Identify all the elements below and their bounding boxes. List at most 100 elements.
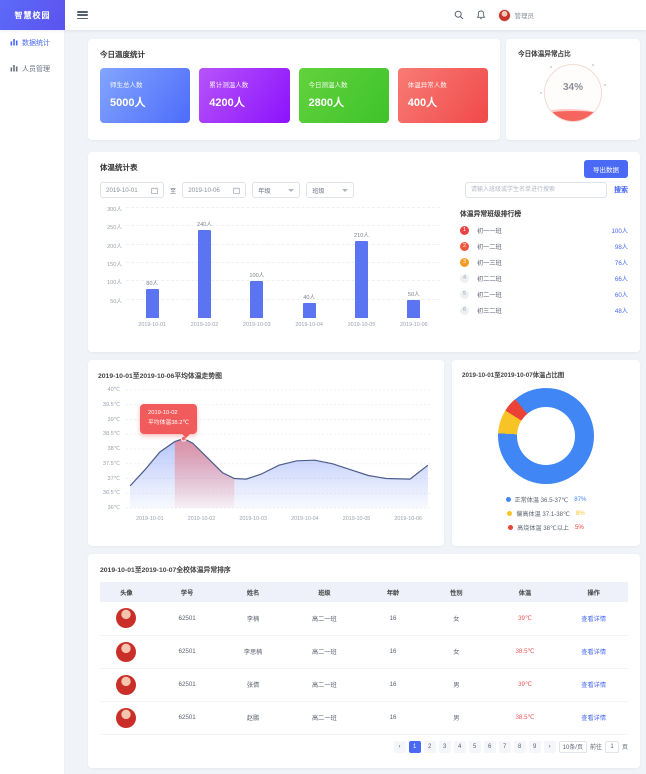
bar-column: 80人 <box>126 279 178 318</box>
today-stats-card: 今日温度统计 师生总人数 5000人 累计测温人数 4200人 今日测温人数 2… <box>88 39 500 140</box>
chevron-down-icon <box>342 189 348 195</box>
export-data-button[interactable]: 导出数据 <box>584 160 628 178</box>
table-header-cell: 姓名 <box>221 582 284 602</box>
legend-dot <box>508 525 513 530</box>
rank-badge: 6 <box>460 306 469 315</box>
class-select[interactable]: 班级 <box>306 182 354 198</box>
search-input[interactable] <box>465 182 607 198</box>
stat-card: 体温异常人数 400人 <box>398 68 488 123</box>
line-chart-x-axis: 2019-10-012019-10-022019-10-032019-10-04… <box>124 512 434 522</box>
student-avatar <box>116 608 136 628</box>
line-ytick-label: 37.5℃ <box>103 461 120 467</box>
page-number-button[interactable]: 8 <box>514 741 526 753</box>
cell-gender: 男 <box>422 701 491 734</box>
table-header-cell: 年龄 <box>364 582 422 602</box>
sidebar-item-icon <box>10 64 18 74</box>
view-details-link[interactable]: 查看详情 <box>559 668 628 701</box>
legend-item[interactable]: 偏高体温 37.1-38℃ 8% <box>462 506 630 520</box>
bar[interactable] <box>250 281 263 318</box>
page-number-button[interactable]: 7 <box>499 741 511 753</box>
bar-column: 210人 <box>335 231 387 318</box>
jump-page-input[interactable]: 1 <box>605 741 619 753</box>
table-row[interactable]: 62501 赵鹏 高二一班 16 男 38.5℃ 查看详情 <box>100 701 628 734</box>
sidebar-item[interactable]: 人员管理 <box>0 56 64 82</box>
sidebar-item[interactable]: 数据统计 <box>0 30 64 56</box>
date-end-input[interactable]: 2019-10-06 <box>182 182 246 198</box>
date-start-input[interactable]: 2019-10-01 <box>100 182 164 198</box>
bar-xtick-label: 2019-10-05 <box>335 318 387 328</box>
bar-value-label: 80人 <box>146 279 158 287</box>
line-chart-title: 2019-10-01至2019-10-06平均体温走势图 <box>98 370 434 380</box>
jump-prefix: 前往 <box>590 742 602 751</box>
page-number-button[interactable]: 6 <box>484 741 496 753</box>
donut-legend: 正常体温 36.5-37℃ 87% 偏高体温 37.1-38℃ 8% 高烧体温 … <box>462 492 630 534</box>
ranking-list-item[interactable]: 2 初一二班 98人 <box>460 238 628 254</box>
calendar-icon <box>233 187 240 194</box>
line-ytick-label: 40℃ <box>107 387 120 393</box>
page-number-button[interactable]: 9 <box>529 741 541 753</box>
line-xtick-label: 2019-10-05 <box>331 512 383 522</box>
bar[interactable] <box>355 241 368 318</box>
stats-table-title: 体温统计表 <box>100 162 628 173</box>
user-menu[interactable]: 管理员 <box>498 9 535 22</box>
table-header-cell: 学号 <box>153 582 222 602</box>
bar-ytick-label: 50人 <box>110 297 122 305</box>
cell-gender: 男 <box>422 668 491 701</box>
gridline <box>126 262 440 263</box>
line-chart: 40℃39.5℃39℃38.5℃38℃37.5℃37℃36.5℃36℃ 2019… <box>98 386 434 512</box>
ranking-list-item[interactable]: 5 初二一班 60人 <box>460 286 628 302</box>
rank-value: 48人 <box>615 306 628 315</box>
bar[interactable] <box>146 289 159 318</box>
bar[interactable] <box>303 303 316 318</box>
page-size-select[interactable]: 10条/页 <box>559 741 587 753</box>
legend-percent: 5% <box>575 524 584 531</box>
view-details-link[interactable]: 查看详情 <box>559 701 628 734</box>
table-row[interactable]: 62501 李楠 高二一班 16 女 39℃ 查看详情 <box>100 602 628 635</box>
prev-page-button[interactable]: ‹ <box>394 741 406 753</box>
table-header-cell: 头像 <box>100 582 153 602</box>
bar[interactable] <box>407 300 420 318</box>
bar-chart: 50人100人150人200人250人300人 80人240人100人40人21… <box>100 208 440 328</box>
page-number-button[interactable]: 5 <box>469 741 481 753</box>
cell-name: 赵鹏 <box>221 701 284 734</box>
rank-class-name: 初一三班 <box>477 258 502 267</box>
bar-column: 240人 <box>178 220 230 318</box>
rank-class-name: 初三二班 <box>477 306 502 315</box>
bar[interactable] <box>198 230 211 318</box>
page-number-button[interactable]: 4 <box>454 741 466 753</box>
ranking-list-item[interactable]: 3 初一三班 76人 <box>460 254 628 270</box>
grade-select[interactable]: 年级 <box>252 182 300 198</box>
rank-class-name: 初二一班 <box>477 290 502 299</box>
avg-temp-trend-card: 2019-10-01至2019-10-06平均体温走势图 40℃39.5℃39℃… <box>88 360 444 546</box>
ranking-list-item[interactable]: 6 初三二班 48人 <box>460 302 628 318</box>
tooltip-date: 2019-10-02 <box>148 409 189 419</box>
next-page-button[interactable]: › <box>544 741 556 753</box>
cell-age: 16 <box>364 635 422 668</box>
chevron-down-icon <box>288 189 294 195</box>
rank-value: 98人 <box>615 242 628 251</box>
view-details-link[interactable]: 查看详情 <box>559 635 628 668</box>
temp-ratio-card: 2019-10-01至2019-10-07体温占比图 正常体温 36.5-37℃… <box>452 360 640 546</box>
ranking-list-item[interactable]: 1 初一一班 100人 <box>460 222 628 238</box>
student-avatar <box>116 675 136 695</box>
line-ytick-label: 39℃ <box>107 417 120 423</box>
hamburger-menu-icon[interactable] <box>77 11 88 19</box>
cell-class: 高二一班 <box>285 668 364 701</box>
view-details-link[interactable]: 查看详情 <box>559 602 628 635</box>
bell-icon[interactable] <box>476 10 487 21</box>
page-number-button[interactable]: 3 <box>439 741 451 753</box>
bar-value-label: 240人 <box>197 220 212 228</box>
page-number-button[interactable]: 1 <box>409 741 421 753</box>
main-content: 今日温度统计 师生总人数 5000人 累计测温人数 4200人 今日测温人数 2… <box>65 30 646 774</box>
ranking-list-item[interactable]: 4 初二二班 66人 <box>460 270 628 286</box>
rank-value: 100人 <box>611 226 628 235</box>
search-icon[interactable] <box>454 10 465 21</box>
page-number-button[interactable]: 2 <box>424 741 436 753</box>
legend-item[interactable]: 高烧体温 38℃以上 5% <box>462 520 630 534</box>
legend-item[interactable]: 正常体温 36.5-37℃ 87% <box>462 492 630 506</box>
bar-ytick-label: 250人 <box>107 223 122 231</box>
table-row[interactable]: 62501 张倩 高二一班 16 男 39℃ 查看详情 <box>100 668 628 701</box>
search-button[interactable]: 搜索 <box>614 185 628 195</box>
table-row[interactable]: 62501 李思楠 高二一班 16 女 38.5℃ 查看详情 <box>100 635 628 668</box>
line-ytick-label: 36.5℃ <box>103 490 120 496</box>
